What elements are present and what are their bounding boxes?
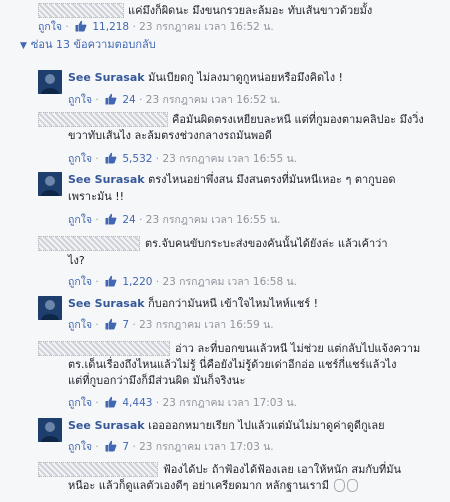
like-count[interactable]: 24: [122, 94, 135, 106]
author-name[interactable]: See Surasak: [68, 419, 145, 432]
like-count[interactable]: 5,532: [122, 153, 152, 165]
comment-text-line: ขวาทับเส้นไง ละล้มตรงช่วงกลางรถมันพอดี: [68, 129, 272, 142]
timestamp[interactable]: 23 กรกฎาคม เวลา 16:59 น.: [139, 319, 274, 331]
emoji-icon: [334, 479, 346, 492]
comment-text: มันเบียดกู ไม่ลงมาดูกูหน่อยหรือมึงคิดไง …: [148, 71, 343, 84]
redacted-avatar-author: [38, 462, 158, 477]
like-count[interactable]: 7: [122, 319, 129, 331]
comment-text-line: แค่มึงก็ผิดนะ มึงขนกรวยละล้มอะ ทับเส้นขา…: [128, 4, 373, 17]
like-link[interactable]: ถูกใจ: [68, 153, 92, 165]
redacted-author: [38, 3, 124, 18]
comment-text-line: ไง?: [68, 254, 85, 267]
like-link[interactable]: ถูกใจ: [68, 319, 92, 331]
hide-replies-link[interactable]: ▼ ซ่อน 13 ข้อความตอบกลับ: [20, 37, 156, 54]
timestamp[interactable]: 23 กรกฎาคม เวลา 17:03 น.: [139, 441, 274, 453]
comment-meta: ถูกใจ · 24 · 23 กรกฎาคม เวลา 16:52 น.: [68, 93, 281, 106]
comment-meta: ถูกใจ · 4,443 · 23 กรกฎาคม เวลา 17:03 น.: [68, 396, 298, 409]
redacted-avatar-author: [38, 341, 170, 356]
avatar[interactable]: [38, 172, 62, 196]
timestamp[interactable]: 23 กรกฎาคม เวลา 17:03 น.: [162, 397, 297, 409]
like-count[interactable]: 11,218: [92, 21, 129, 33]
comment-text-line: ตร.เด็นเรื่องถึงไหนแล้วไม่รู้ นี่คือยังไ…: [68, 358, 397, 371]
like-link[interactable]: ถูกใจ: [68, 276, 92, 288]
thumbs-up-icon: [105, 275, 117, 287]
comment-meta: ถูกใจ · 7 · 23 กรกฎาคม เวลา 17:03 น.: [68, 440, 274, 453]
author-name[interactable]: See Surasak: [68, 173, 145, 186]
timestamp[interactable]: 23 กรกฎาคม เวลา 16:52 น.: [146, 94, 281, 106]
timestamp[interactable]: 23 กรกฎาคม เวลา 16:52 น.: [139, 21, 274, 33]
comment-text: เออออกหมายเรียก ไปแล้วแต่มันไม่มาดูค่าดู…: [148, 419, 385, 432]
emoji-icon: [347, 479, 359, 492]
comment-meta: ถูกใจ · 24 · 23 กรกฎาคม เวลา 16:55 น.: [68, 213, 281, 226]
like-count[interactable]: 7: [122, 441, 129, 453]
author-name[interactable]: See Surasak: [68, 71, 145, 84]
timestamp[interactable]: 23 กรกฎาคม เวลา 16:58 น.: [162, 276, 297, 288]
thumbs-up-icon: [105, 93, 117, 105]
like-link[interactable]: ถูกใจ: [38, 21, 62, 33]
thumbs-up-icon: [105, 152, 117, 164]
comment-text-line: คือมันผิดตรงเหยียบละหนี แต่ที่กูมองตามคล…: [172, 113, 424, 126]
like-count[interactable]: 1,220: [122, 276, 152, 288]
like-link[interactable]: ถูกใจ: [68, 441, 92, 453]
avatar[interactable]: [38, 296, 62, 320]
avatar[interactable]: [38, 70, 62, 94]
author-name[interactable]: See Surasak: [68, 297, 145, 310]
arrow-down-icon: ▼: [20, 41, 27, 51]
like-link[interactable]: ถูกใจ: [68, 397, 92, 409]
comment-text-line: ฟ้องได้ปะ ถ้าฟ้องได้ฟ้องเลย เอาให้หนัก ส…: [163, 463, 402, 476]
comment-text-line: แต่ที่กูบอกว่ามึงก็มีส่วนผิด มันก็จริงนะ: [68, 374, 246, 387]
thumbs-up-icon: [105, 213, 117, 225]
comment-text: ตรงไหนอย่าพึ่งสน มึงสนตรงที่มันหนีเหอะ ๆ…: [148, 173, 396, 186]
comment-text: ก็บอกว่ามันหนี เข้าใจไหมไหห์แชร์ !: [148, 297, 319, 310]
comment-text-line: หนีอะ แล้วก็ดูแลตัวเองดีๆ อย่าเครียดมาก …: [68, 479, 329, 492]
comment-meta: ถูกใจ · 5,532 · 23 กรกฎาคม เวลา 16:55 น.: [68, 152, 298, 165]
comment-text-line: เพราะมัน !!: [68, 190, 125, 203]
like-count[interactable]: 4,443: [122, 397, 152, 409]
redacted-avatar-author: [38, 112, 168, 127]
like-link[interactable]: ถูกใจ: [68, 214, 92, 226]
thumbs-up-icon: [105, 440, 117, 452]
redacted-avatar-author: [38, 236, 140, 251]
like-link[interactable]: ถูกใจ: [68, 94, 92, 106]
comment-text-line: ตร.จับคนขับกระบะส่งของคันนั้นได้ยังล่ะ แ…: [145, 237, 388, 250]
comment-meta: ถูกใจ · 11,218 · 23 กรกฎาคม เวลา 16:52 น…: [38, 20, 274, 33]
avatar[interactable]: [38, 418, 62, 442]
thumbs-up-icon: [75, 20, 87, 32]
timestamp[interactable]: 23 กรกฎาคม เวลา 16:55 น.: [162, 153, 297, 165]
comment-meta: ถูกใจ · 7 · 23 กรกฎาคม เวลา 16:59 น.: [68, 318, 274, 331]
like-count[interactable]: 24: [122, 214, 135, 226]
thumbs-up-icon: [105, 318, 117, 330]
thumbs-up-icon: [105, 396, 117, 408]
comment-meta: ถูกใจ · 1,220 · 23 กรกฎาคม เวลา 16:58 น.: [68, 275, 298, 288]
timestamp[interactable]: 23 กรกฎาคม เวลา 16:55 น.: [146, 214, 281, 226]
comment-text-line: อ่าว ละที่บอกขนแล้วหนี ไม่ช่วย แต่กลับไป…: [175, 342, 421, 355]
